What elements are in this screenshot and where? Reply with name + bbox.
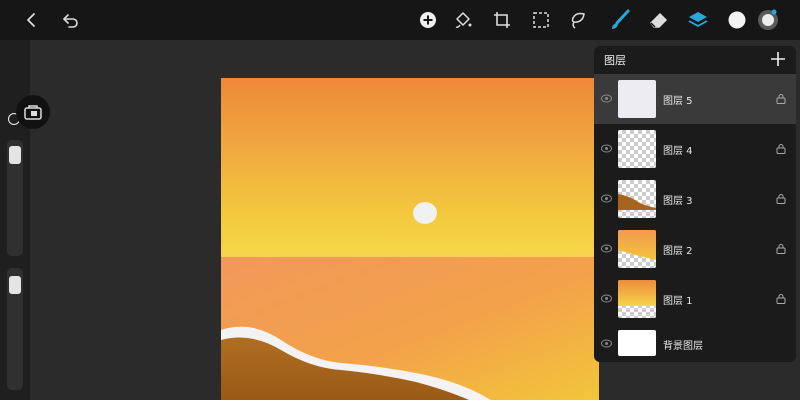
layers-panel-header: 图层 bbox=[594, 46, 796, 74]
eraser-icon[interactable] bbox=[645, 6, 673, 34]
avatar-icon[interactable] bbox=[754, 6, 782, 34]
lock-icon[interactable] bbox=[776, 193, 786, 204]
layer-row-2[interactable]: 图层 2 bbox=[594, 224, 796, 274]
visibility-eye-icon[interactable] bbox=[601, 194, 612, 203]
layer-thumbnail bbox=[618, 180, 656, 218]
layer-name: 图层 2 bbox=[663, 246, 693, 257]
visibility-eye-icon[interactable] bbox=[601, 244, 612, 253]
visibility-eye-icon[interactable] bbox=[601, 294, 612, 303]
visibility-eye-icon[interactable] bbox=[601, 144, 612, 153]
visibility-eye-icon[interactable] bbox=[601, 339, 612, 348]
drawing-canvas[interactable] bbox=[221, 78, 599, 400]
layers-icon[interactable] bbox=[684, 6, 712, 34]
visibility-eye-icon[interactable] bbox=[601, 94, 612, 103]
lock-icon[interactable] bbox=[776, 143, 786, 154]
layer-row-1[interactable]: 图层 1 bbox=[594, 274, 796, 324]
brush-icon[interactable] bbox=[606, 6, 634, 34]
undo-icon[interactable] bbox=[57, 6, 85, 34]
layer-name: 图层 1 bbox=[663, 296, 693, 307]
modify-icon bbox=[24, 105, 42, 120]
layer-thumbnail bbox=[618, 280, 656, 318]
fill-bucket-icon[interactable] bbox=[449, 6, 477, 34]
selection-icon[interactable] bbox=[527, 6, 555, 34]
layer-row-5[interactable]: 图层 5 bbox=[594, 74, 796, 124]
brush-size-thumb[interactable] bbox=[9, 146, 21, 164]
opacity-slider[interactable] bbox=[7, 268, 23, 390]
layer-thumbnail bbox=[618, 80, 656, 118]
layer-row-4[interactable]: 图层 4 bbox=[594, 124, 796, 174]
lock-icon[interactable] bbox=[776, 243, 786, 254]
back-chevron-icon[interactable] bbox=[18, 6, 46, 34]
background-layer-name: 背景图层 bbox=[663, 341, 703, 352]
sidebar-sliders bbox=[0, 40, 30, 400]
layer-thumbnail bbox=[618, 230, 656, 268]
crop-transform-icon[interactable] bbox=[488, 6, 516, 34]
layer-name: 图层 3 bbox=[663, 196, 693, 207]
lock-icon[interactable] bbox=[776, 93, 786, 104]
modify-button[interactable] bbox=[16, 95, 50, 129]
opacity-thumb[interactable] bbox=[9, 276, 21, 294]
layer-row-background[interactable]: 背景图层 bbox=[594, 324, 796, 362]
lock-icon[interactable] bbox=[776, 293, 786, 304]
plus-icon bbox=[771, 52, 785, 66]
adjustments-plus-icon[interactable] bbox=[414, 6, 442, 34]
layer-row-3[interactable]: 图层 3 bbox=[594, 174, 796, 224]
layer-thumbnail bbox=[618, 130, 656, 168]
layer-thumbnail bbox=[618, 330, 656, 356]
brush-size-slider[interactable] bbox=[7, 140, 23, 256]
layer-name: 图层 4 bbox=[663, 146, 693, 157]
color-swatch-icon[interactable] bbox=[723, 6, 751, 34]
layer-name: 图层 5 bbox=[663, 96, 693, 107]
layers-panel: 图层 图层 5 图层 4 图层 3 图层 2 图层 1 背景图层 bbox=[594, 46, 796, 362]
add-layer-button[interactable] bbox=[768, 49, 788, 69]
sun bbox=[413, 202, 437, 224]
top-toolbar bbox=[0, 0, 800, 40]
sky bbox=[221, 78, 599, 258]
lasso-icon[interactable] bbox=[564, 6, 592, 34]
layers-panel-title: 图层 bbox=[604, 54, 626, 67]
